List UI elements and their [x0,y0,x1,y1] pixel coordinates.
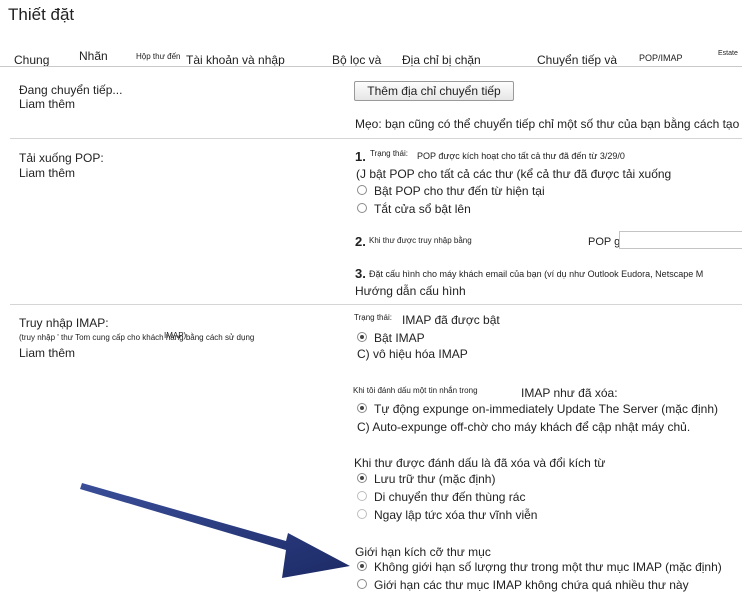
tab-accounts-import[interactable]: Tài khoản và nhập [186,53,285,67]
imap-enable-label: Bật IMAP [374,331,425,345]
imap-enable-radio[interactable] [357,332,367,342]
tab-bar-divider [0,66,742,67]
arrow-shape [80,483,350,578]
delete-forever-radio[interactable] [357,509,367,519]
pop-learn-more-link[interactable]: Liam thêm [19,166,75,180]
archive-radio[interactable] [357,473,367,483]
section-divider [10,304,742,305]
pop-configuration-guide-link[interactable]: Hướng dẫn cấu hình [355,284,466,298]
imap-deleted-label: Khi tôi đánh dấu một tin nhắn trong [353,386,478,395]
forwarding-learn-more-link[interactable]: Liam thêm [19,97,75,111]
tab-pop-imap[interactable]: POP/IMAP [639,53,683,63]
pop-status-label: Trạng thái: [370,149,408,158]
pop-label: Tải xuống POP: [19,151,104,165]
section-divider [10,138,742,139]
no-folder-limit-label: Không giới hạn số lượng thư trong một th… [374,560,722,574]
forwarding-label: Đang chuyển tiếp... [19,83,123,97]
tab-estate[interactable]: Estate [718,50,738,57]
imap-sub-overlap: IMAP) [164,331,187,340]
expunge-off-option[interactable]: C) Auto-expunge off-chờ cho máy khách để… [357,420,690,434]
trash-label: Di chuyển thư đến thùng rác [374,490,526,504]
pop-new-mail-label: Bật POP cho thư đến từ hiện tại [374,184,545,198]
pop-enable-all-option[interactable]: (J bật POP cho tất cả các thư (kể cả thư… [356,167,671,181]
trash-radio[interactable] [357,491,367,501]
imap-deleted-text: IMAP như đã xóa: [521,386,618,400]
pop-disable-radio[interactable] [357,203,367,213]
imap-label: Truy nhập IMAP: [19,316,109,330]
pop-disable-label: Tắt cửa sổ bật lên [374,202,471,216]
page-title: Thiết đặt [8,5,75,24]
tab-blocked-addresses[interactable]: Địa chỉ bị chặn [402,53,481,67]
pop-action-dropdown[interactable] [619,231,742,249]
folder-size-heading: Giới hạn kích cỡ thư mục [355,545,491,559]
tab-inbox[interactable]: Hộp thư đến [136,52,181,61]
tab-forwarding[interactable]: Chuyển tiếp và [537,53,617,67]
pop-step-1: 1. [355,149,366,164]
archive-label: Lưu trữ thư (mặc định) [374,472,496,486]
pop-configure-text: Đặt cấu hình cho máy khách email của bạn… [369,269,704,279]
tab-general[interactable]: Chung [14,53,49,67]
pop-status-text: POP được kích hoạt cho tất cả thư đã đến… [417,151,625,161]
expunged-heading: Khi thư được đánh dấu là đã xóa và đổi k… [354,456,606,470]
add-forwarding-address-button[interactable]: Thêm địa chỉ chuyển tiếp [354,81,514,101]
pop-access-label: Khi thư được truy nhập bằng [369,236,472,245]
pop-new-mail-radio[interactable] [357,185,367,195]
imap-status-text: IMAP đã được bật [402,313,500,327]
folder-limit-label: Giới hạn các thư mục IMAP không chứa quá… [374,578,689,592]
pop-step-2: 2. [355,234,366,249]
forwarding-tip: Mẹo: bạn cũng có thể chuyển tiếp chỉ một… [355,117,742,131]
imap-status-label: Trạng thái: [354,313,392,322]
delete-forever-label: Ngay lập tức xóa thư vĩnh viễn [374,508,538,522]
expunge-on-radio[interactable] [357,403,367,413]
imap-sub-text: (truy nhập ' thư Tom cung cấp cho khách … [19,333,255,342]
pop-step-3: 3. [355,266,366,281]
imap-learn-more-link[interactable]: Liam thêm [19,346,75,360]
no-folder-limit-radio[interactable] [357,561,367,571]
imap-disable-option[interactable]: C) vô hiệu hóa IMAP [357,347,468,361]
expunge-on-label: Tự động expunge on-immediately Update Th… [374,402,718,416]
tab-filters[interactable]: Bộ lọc và [332,53,381,67]
folder-limit-radio[interactable] [357,579,367,589]
tab-labels[interactable]: Nhãn [79,49,108,63]
